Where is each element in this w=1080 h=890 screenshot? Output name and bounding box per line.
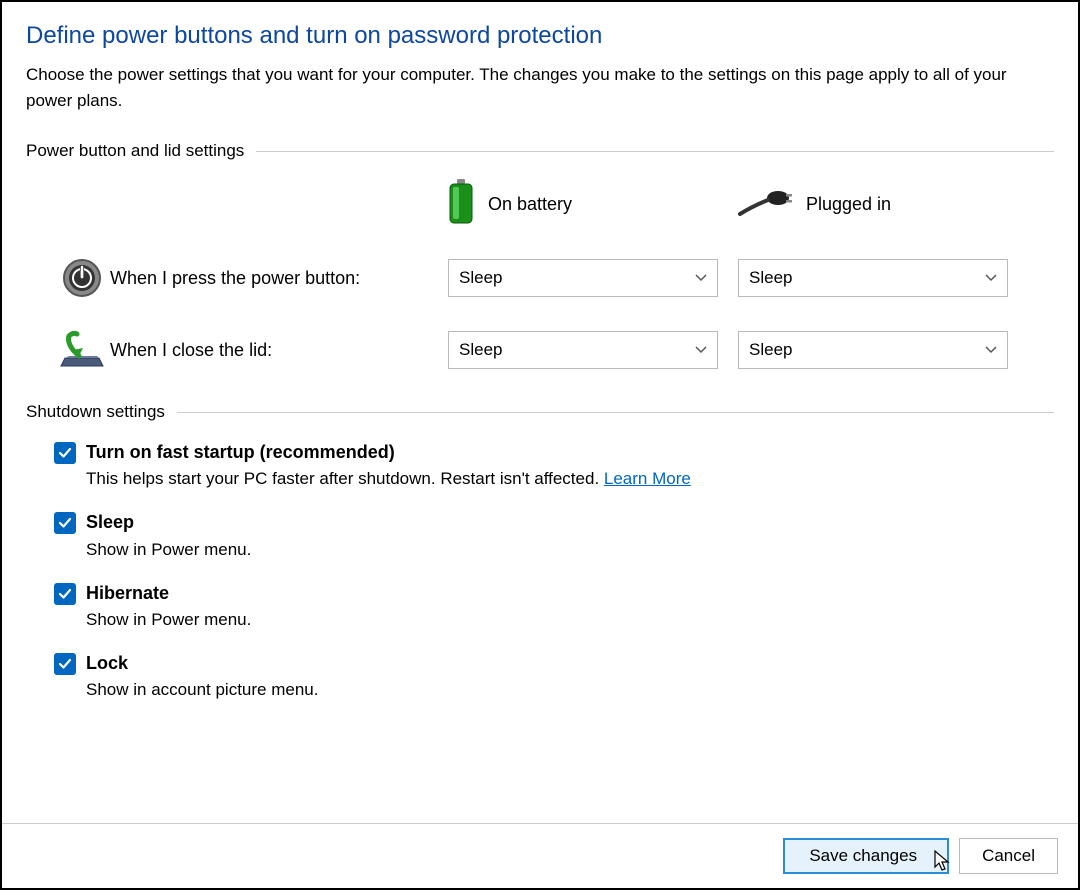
dropdown-value: Sleep bbox=[749, 268, 792, 288]
sleep-checkbox[interactable] bbox=[54, 512, 76, 534]
chevron-down-icon bbox=[985, 344, 997, 356]
close-lid-battery-dropdown[interactable]: Sleep bbox=[448, 331, 718, 369]
page-description: Choose the power settings that you want … bbox=[26, 62, 1054, 113]
divider bbox=[256, 151, 1054, 152]
section-power-title: Power button and lid settings bbox=[26, 141, 256, 161]
fast-startup-checkbox[interactable] bbox=[54, 442, 76, 464]
hibernate-desc: Show in Power menu. bbox=[86, 606, 1054, 633]
fast-startup-title: Turn on fast startup (recommended) bbox=[86, 440, 1054, 465]
cancel-button[interactable]: Cancel bbox=[959, 838, 1058, 874]
learn-more-link[interactable]: Learn More bbox=[604, 469, 691, 488]
battery-icon bbox=[448, 179, 474, 230]
sleep-desc: Show in Power menu. bbox=[86, 536, 1054, 563]
chevron-down-icon bbox=[695, 344, 707, 356]
dropdown-value: Sleep bbox=[459, 268, 502, 288]
row-power-button-label: When I press the power button: bbox=[110, 268, 448, 289]
lock-title: Lock bbox=[86, 651, 1054, 676]
lock-checkbox[interactable] bbox=[54, 653, 76, 675]
power-button-plugged-dropdown[interactable]: Sleep bbox=[738, 259, 1008, 297]
column-battery-label: On battery bbox=[488, 194, 572, 215]
row-close-lid-label: When I close the lid: bbox=[110, 340, 448, 361]
lid-icon bbox=[54, 330, 110, 370]
chevron-down-icon bbox=[985, 272, 997, 284]
save-changes-button[interactable]: Save changes bbox=[783, 838, 949, 874]
plug-icon bbox=[738, 188, 792, 221]
lock-desc: Show in account picture menu. bbox=[86, 676, 1054, 703]
section-shutdown-title: Shutdown settings bbox=[26, 402, 177, 422]
power-button-icon bbox=[54, 258, 110, 298]
column-plugged-label: Plugged in bbox=[806, 194, 891, 215]
fast-startup-desc: This helps start your PC faster after sh… bbox=[86, 465, 1054, 492]
power-button-battery-dropdown[interactable]: Sleep bbox=[448, 259, 718, 297]
close-lid-plugged-dropdown[interactable]: Sleep bbox=[738, 331, 1008, 369]
divider bbox=[177, 412, 1054, 413]
dropdown-value: Sleep bbox=[459, 340, 502, 360]
dropdown-value: Sleep bbox=[749, 340, 792, 360]
sleep-title: Sleep bbox=[86, 510, 1054, 535]
page-title: Define power buttons and turn on passwor… bbox=[26, 22, 1054, 50]
hibernate-checkbox[interactable] bbox=[54, 583, 76, 605]
cursor-icon bbox=[933, 849, 953, 878]
chevron-down-icon bbox=[695, 272, 707, 284]
hibernate-title: Hibernate bbox=[86, 581, 1054, 606]
